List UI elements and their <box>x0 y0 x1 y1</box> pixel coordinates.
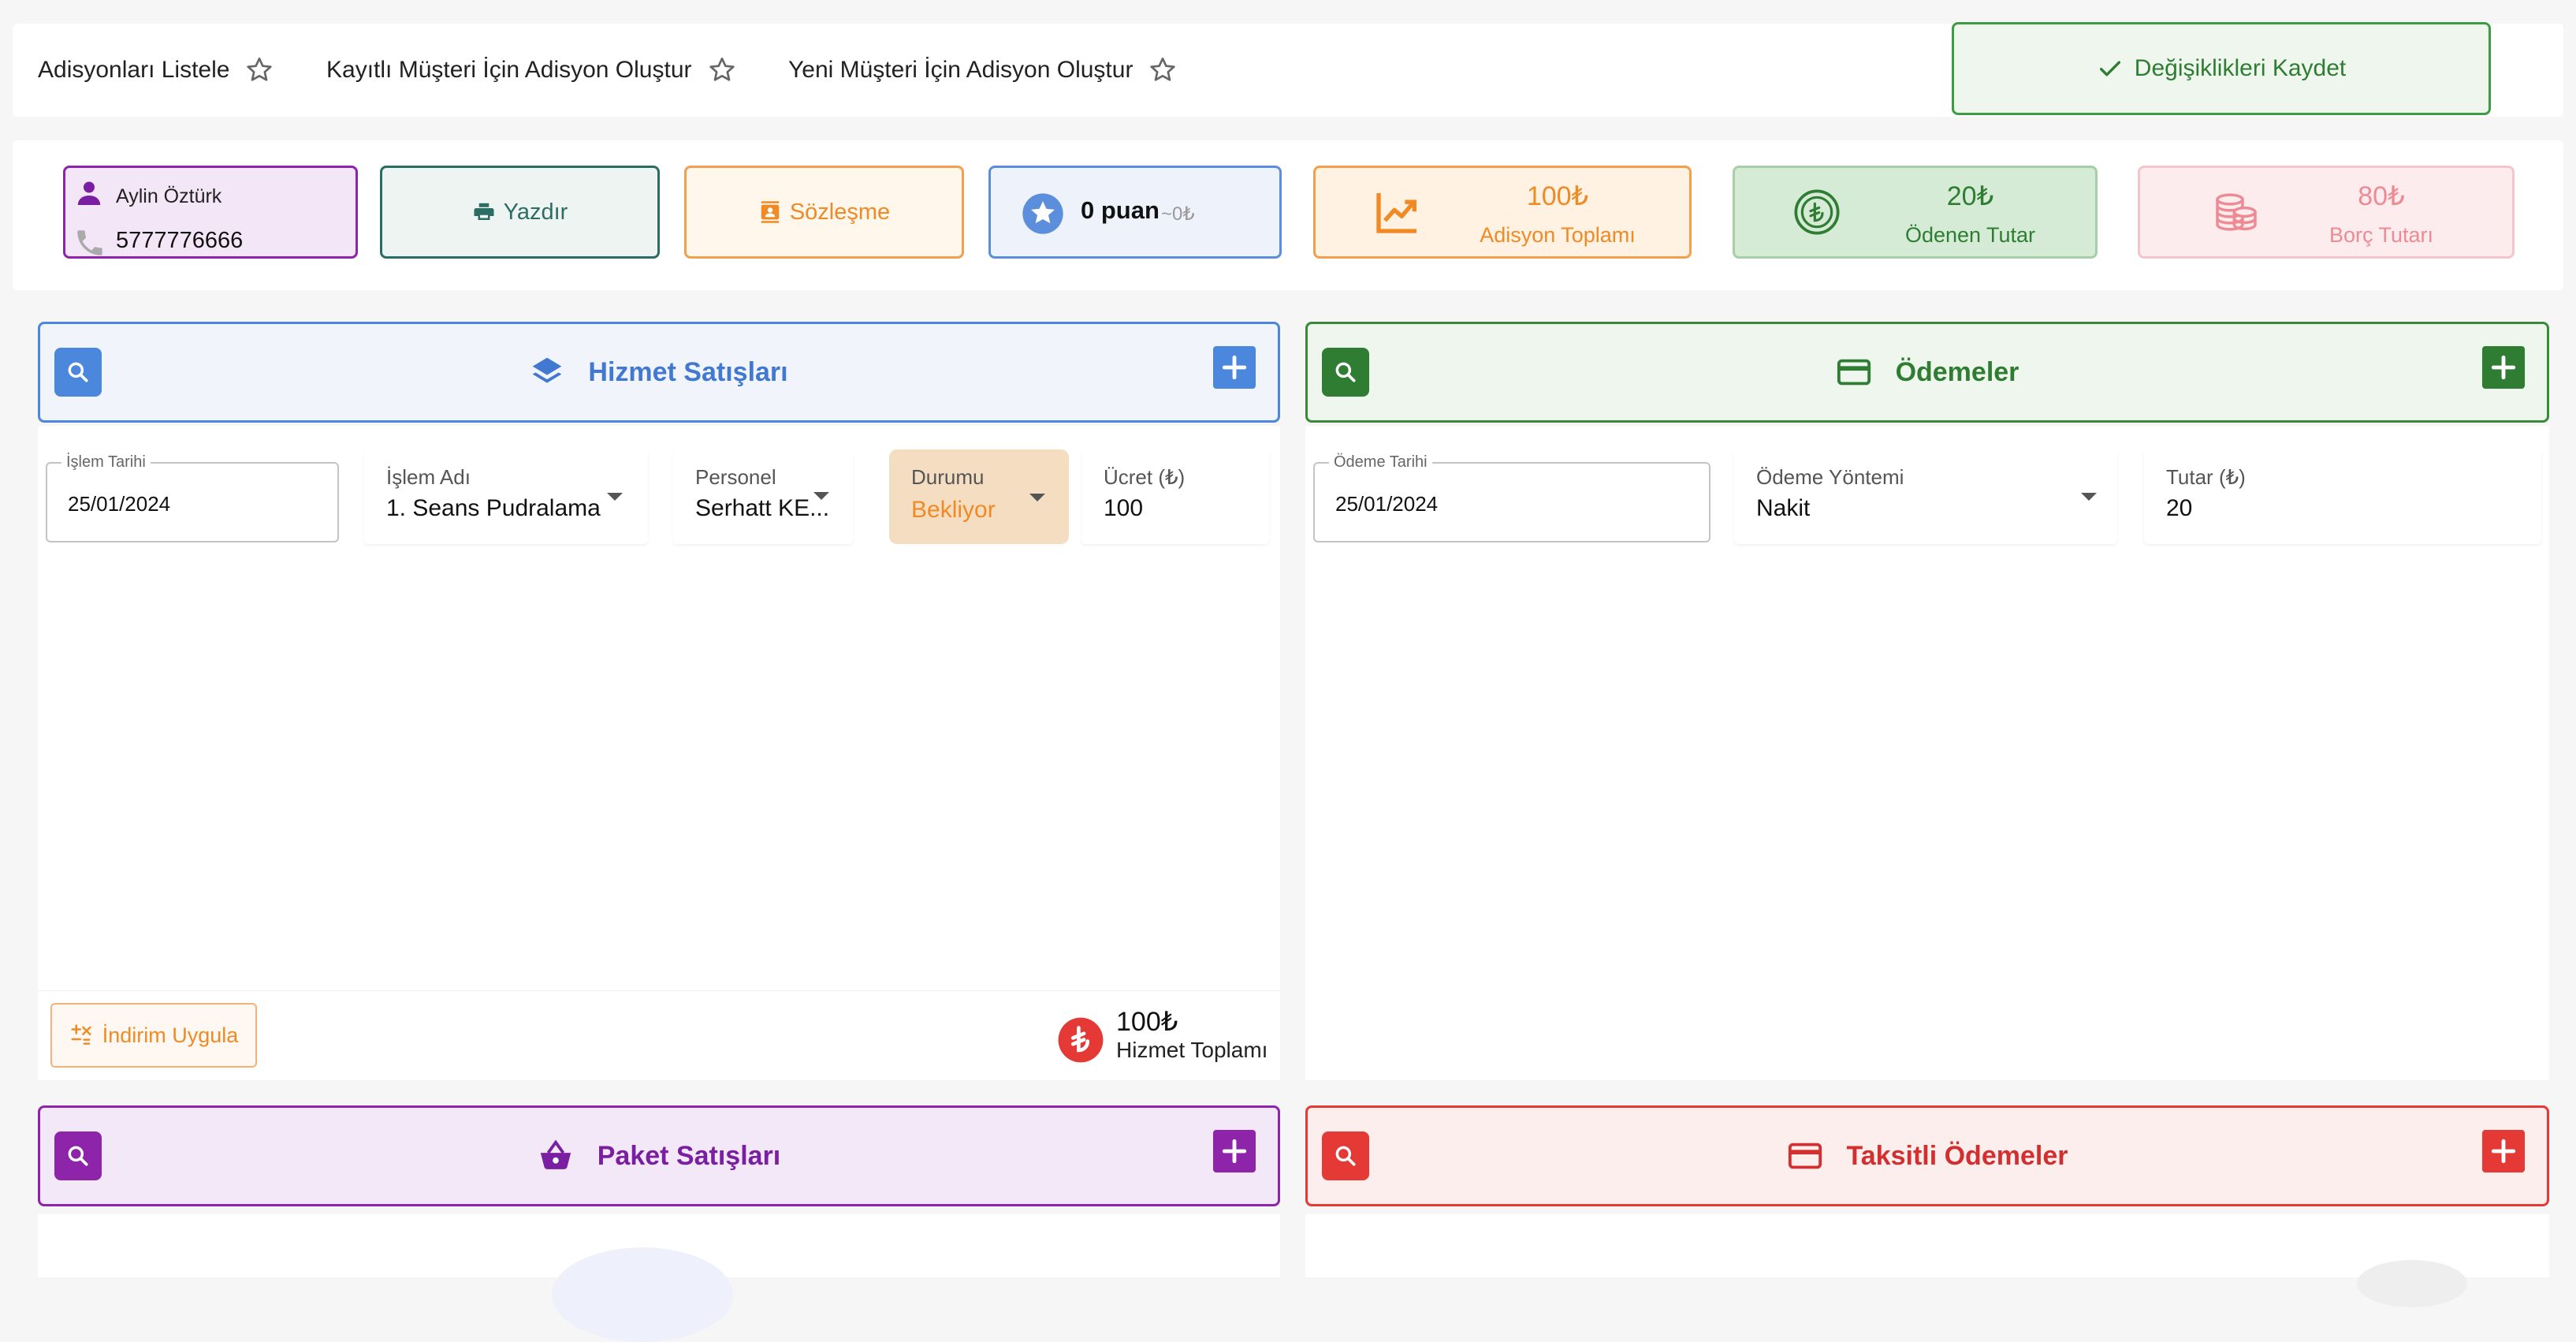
lira-icon <box>1056 1016 1105 1064</box>
service-date-label: İşlem Tarihi <box>61 453 151 472</box>
installments-panel-header: Taksitli Ödemeler <box>1305 1105 2549 1206</box>
service-total-label: Hizmet Toplamı <box>1116 1038 1268 1062</box>
nav-create-new-label: Yeni Müşteri İçin Adisyon Oluştur <box>788 57 1134 83</box>
paid-amount-value: 20₺ <box>1946 181 1994 211</box>
payment-date-value: 25/01/2024 <box>1335 492 1439 516</box>
service-name-value: 1. Seans Pudralama <box>386 495 601 521</box>
credit-card-icon <box>1836 354 1896 390</box>
payment-amount-label: Tutar (₺) <box>2166 465 2246 489</box>
contract-label: Sözleşme <box>789 199 891 225</box>
packages-panel-header: Paket Satışları <box>38 1105 1280 1206</box>
nav-create-registered-label: Kayıtlı Müşteri İçin Adisyon Oluştur <box>326 57 692 83</box>
plus-icon <box>1221 354 1248 381</box>
payment-method-select[interactable]: Ödeme Yöntemi Nakit <box>1734 449 2117 544</box>
plus-icon <box>2490 1138 2517 1165</box>
empty-state-illustration <box>2357 1260 2467 1307</box>
phone-icon <box>73 226 106 259</box>
service-name-label: İşlem Adı <box>386 465 471 489</box>
customer-card[interactable]: Aylin Öztürk 5777776666 <box>63 166 358 259</box>
chevron-down-icon <box>1029 494 1045 501</box>
basket-icon <box>538 1138 597 1174</box>
apply-discount-label: İndirim Uygula <box>102 1023 239 1047</box>
status-label: Durumu <box>911 465 985 489</box>
bill-total-card: 100₺ Adisyon Toplamı <box>1313 166 1692 259</box>
contact-card-icon <box>758 199 790 225</box>
service-fee-value: 100 <box>1104 495 1144 521</box>
save-changes-button[interactable]: Değişiklikleri Kaydet <box>1952 22 2491 115</box>
print-label: Yazdır <box>503 199 568 225</box>
service-fee-input[interactable]: Ücret (₺) 100 <box>1081 449 1269 544</box>
service-date-value: 25/01/2024 <box>68 492 171 516</box>
points-value: 0 puan <box>1081 196 1160 224</box>
staff-value: Serhatt KE... <box>695 495 830 521</box>
status-value: Bekliyor <box>911 497 996 523</box>
print-button[interactable]: Yazdır <box>380 166 660 259</box>
packages-title-wrap: Paket Satışları <box>40 1108 1278 1204</box>
printer-icon <box>472 200 504 224</box>
credit-card-icon <box>1787 1138 1847 1174</box>
packages-title: Paket Satışları <box>597 1140 781 1171</box>
staff-label: Personel <box>695 465 776 489</box>
status-select[interactable]: Durumu Bekliyor <box>889 449 1069 544</box>
nav-create-new[interactable]: Yeni Müşteri İçin Adisyon Oluştur <box>788 24 1178 117</box>
save-changes-label: Değişiklikleri Kaydet <box>2134 55 2347 81</box>
chevron-down-icon <box>813 492 829 500</box>
layers-icon <box>530 355 588 390</box>
services-title-wrap: Hizmet Satışları <box>40 324 1278 420</box>
plus-icon <box>1221 1138 1248 1165</box>
bill-total-value: 100₺ <box>1526 181 1589 211</box>
debt-amount-value: 80₺ <box>2358 181 2405 211</box>
installments-title: Taksitli Ödemeler <box>1846 1140 2068 1171</box>
services-panel-header: Hizmet Satışları <box>38 322 1280 423</box>
payment-method-value: Nakit <box>1756 495 1811 521</box>
services-title: Hizmet Satışları <box>588 356 788 387</box>
service-date-field[interactable]: İşlem Tarihi 25/01/2024 <box>46 453 339 542</box>
points-card: 0 puan ~0₺ <box>988 166 1282 259</box>
apply-discount-button[interactable]: İndirim Uygula <box>50 1003 257 1068</box>
nav-list-bills-label: Adisyonları Listele <box>38 57 230 83</box>
service-fee-label: Ücret (₺) <box>1104 465 1186 489</box>
star-outline-icon[interactable] <box>706 54 738 86</box>
check-icon <box>2097 55 2135 82</box>
customer-name: Aylin Öztürk <box>116 185 222 207</box>
installments-panel-body <box>1305 1214 2549 1277</box>
star-outline-icon[interactable] <box>244 54 275 86</box>
chevron-down-icon <box>2081 493 2097 501</box>
debt-amount-label: Borç Tutarı <box>2328 223 2434 247</box>
nav-list-bills[interactable]: Adisyonları Listele <box>38 24 275 117</box>
installments-add-button[interactable] <box>2482 1130 2525 1172</box>
discount-icon <box>69 1023 102 1047</box>
person-icon <box>73 177 105 209</box>
payments-title: Ödemeler <box>1895 356 2019 387</box>
payment-method-label: Ödeme Yöntemi <box>1756 465 1904 489</box>
packages-add-button[interactable] <box>1213 1130 1256 1172</box>
payment-amount-input[interactable]: Tutar (₺) 20 <box>2144 449 2541 544</box>
payment-date-label: Ödeme Tarihi <box>1329 453 1432 472</box>
bill-total-label: Adisyon Toplamı <box>1480 223 1636 247</box>
star-outline-icon[interactable] <box>1147 54 1178 86</box>
chevron-down-icon <box>607 493 623 501</box>
paid-amount-card: 20₺ Ödenen Tutar <box>1733 166 2098 259</box>
nav-create-registered[interactable]: Kayıtlı Müşteri İçin Adisyon Oluştur <box>326 24 738 117</box>
contract-button[interactable]: Sözleşme <box>684 166 964 259</box>
empty-state-illustration <box>552 1247 733 1342</box>
payment-amount-value: 20 <box>2166 495 2193 521</box>
staff-select[interactable]: Personel Serhatt KE... <box>673 449 853 544</box>
payments-title-wrap: Ödemeler <box>1308 324 2547 420</box>
star-badge-icon <box>1021 192 1065 236</box>
service-total-value: 100₺ <box>1116 1007 1178 1037</box>
service-name-select[interactable]: İşlem Adı 1. Seans Pudralama <box>364 449 648 544</box>
installments-title-wrap: Taksitli Ödemeler <box>1308 1108 2547 1204</box>
payments-panel-header: Ödemeler <box>1305 322 2549 423</box>
plus-icon <box>2490 354 2517 381</box>
debt-amount-card: 80₺ Borç Tutarı <box>2138 166 2515 259</box>
paid-amount-label: Ödenen Tutar <box>1904 223 2036 247</box>
points-money-value: ~0₺ <box>1161 203 1195 225</box>
customer-phone: 5777776666 <box>116 228 244 253</box>
payments-add-button[interactable] <box>2482 346 2525 389</box>
payment-date-field[interactable]: Ödeme Tarihi 25/01/2024 <box>1313 453 1711 542</box>
services-add-button[interactable] <box>1213 346 1256 389</box>
